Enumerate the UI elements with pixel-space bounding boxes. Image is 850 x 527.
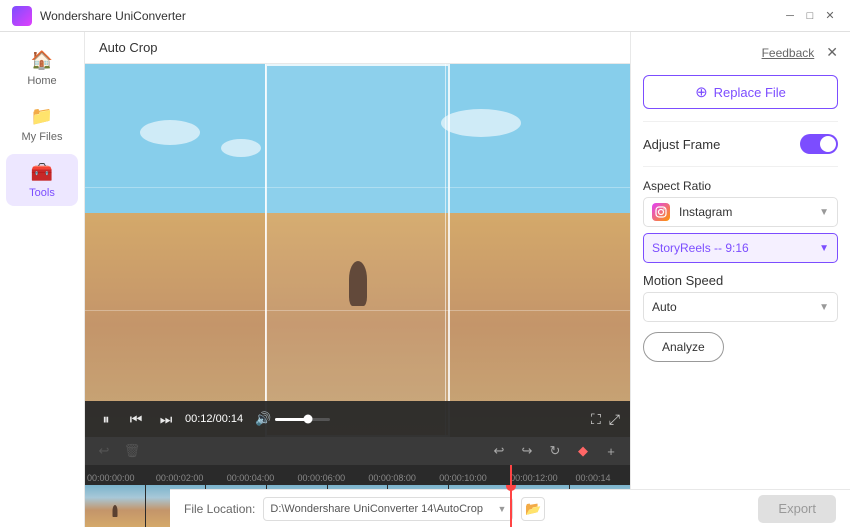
- instagram-icon: [652, 203, 670, 221]
- divider-2: [643, 166, 838, 167]
- fullscreen-button[interactable]: ⛶: [591, 411, 601, 428]
- motion-speed-value: Auto: [652, 300, 677, 314]
- export-button[interactable]: Export: [758, 495, 836, 523]
- volume-thumb: [304, 415, 313, 424]
- volume-icon[interactable]: 🔊: [255, 411, 271, 427]
- file-path-text: D:\Wondershare UniConverter 14\AutoCrop: [270, 503, 483, 515]
- close-panel-button[interactable]: ✕: [826, 44, 838, 61]
- ruler-playhead: [510, 465, 512, 485]
- subratio-chevron: ▼: [819, 243, 829, 254]
- volume-slider[interactable]: [275, 418, 330, 421]
- crop-highlight-box: [265, 64, 450, 437]
- tools-icon: 🧰: [31, 162, 53, 183]
- analyze-label: Analyze: [662, 340, 705, 354]
- time-display: 00:12/00:14: [185, 413, 243, 425]
- track-playhead: [510, 485, 512, 527]
- tl-redo-button[interactable]: ↪: [516, 440, 538, 462]
- timeline-toolbar: ↩ 🗑 ↩ ↪ ↻ ◆ +: [85, 437, 630, 465]
- thumb-item-1: [85, 485, 145, 527]
- undo-button[interactable]: ↩: [93, 440, 115, 462]
- home-icon: 🏠: [31, 50, 53, 71]
- analyze-row: Analyze: [643, 332, 838, 362]
- cloud-3: [441, 109, 521, 137]
- files-icon: 📁: [31, 106, 53, 127]
- play-pause-button[interactable]: ⏸: [95, 408, 117, 430]
- instagram-label: Instagram: [679, 205, 732, 219]
- file-location-label: File Location:: [184, 502, 255, 516]
- app-title: Wondershare UniConverter: [40, 9, 186, 23]
- divider-1: [643, 121, 838, 122]
- sidebar-item-myfiles[interactable]: 📁 My Files: [6, 98, 78, 150]
- analyze-button[interactable]: Analyze: [643, 332, 724, 362]
- replace-file-button[interactable]: ⊕ Replace File: [643, 75, 838, 109]
- motion-speed-label: Motion Speed: [643, 273, 838, 288]
- ruler-mark-6: 00:00:12:00: [510, 473, 558, 483]
- video-controls-bar: ⏸ ⏮ ⏭ 00:12/00:14 🔊 ⛶ ⤢: [85, 401, 630, 437]
- replace-file-label: Replace File: [714, 85, 786, 100]
- ruler-mark-1: 00:00:02:00: [156, 473, 204, 483]
- tl-undo-button[interactable]: ↩: [488, 440, 510, 462]
- aspect-ratio-section: Aspect Ratio Instagram ▼: [643, 179, 838, 263]
- adjust-frame-toggle[interactable]: [800, 134, 838, 154]
- folder-button[interactable]: 📂: [521, 497, 545, 521]
- main-content: Auto Crop ⏸: [85, 32, 850, 527]
- replace-file-icon: ⊕: [695, 83, 708, 101]
- delete-button[interactable]: 🗑: [121, 440, 143, 462]
- ruler-mark-0: 00:00:00:00: [87, 473, 135, 483]
- adjust-frame-row: Adjust Frame: [643, 134, 838, 154]
- toggle-thumb: [820, 136, 836, 152]
- feedback-link[interactable]: Feedback: [762, 46, 815, 60]
- feedback-close-row: Feedback ✕: [643, 44, 838, 61]
- tl-zoom-in-button[interactable]: +: [600, 440, 622, 462]
- sidebar: 🏠 Home 📁 My Files 🧰 Tools: [0, 32, 85, 527]
- ruler-mark-7: 00:00:14: [576, 473, 611, 483]
- maximize-button[interactable]: □: [802, 8, 818, 24]
- tl-marker-button[interactable]: ◆: [572, 440, 594, 462]
- volume-area: 🔊: [255, 411, 330, 427]
- sidebar-item-myfiles-label: My Files: [22, 131, 63, 143]
- tl-redo2-button[interactable]: ↻: [544, 440, 566, 462]
- ruler-mark-3: 00:00:06:00: [298, 473, 346, 483]
- subratio-select[interactable]: StoryReels -- 9:16 ▼: [643, 233, 838, 263]
- timeline-ruler: 00:00:00:00 00:00:02:00 00:00:04:00 00:0…: [85, 465, 630, 485]
- sidebar-item-home[interactable]: 🏠 Home: [6, 42, 78, 94]
- sidebar-item-tools[interactable]: 🧰 Tools: [6, 154, 78, 206]
- file-path-select[interactable]: D:\Wondershare UniConverter 14\AutoCrop …: [263, 497, 513, 521]
- sidebar-item-tools-label: Tools: [29, 187, 55, 199]
- adjust-frame-label: Adjust Frame: [643, 137, 720, 152]
- motion-speed-section: Motion Speed Auto ▼: [643, 273, 838, 322]
- thumb-person-1: [112, 505, 117, 517]
- ruler-mark-5: 00:00:10:00: [439, 473, 487, 483]
- title-bar-left: Wondershare UniConverter: [12, 6, 186, 26]
- cloud-1: [140, 120, 200, 145]
- app-icon: [12, 6, 32, 26]
- autocrop-panel: Auto Crop ⏸: [85, 32, 850, 527]
- file-path-chevron: ▼: [497, 504, 506, 514]
- minimize-button[interactable]: ─: [782, 8, 798, 24]
- close-button[interactable]: ✕: [822, 8, 838, 24]
- ruler-marks: 00:00:00:00 00:00:02:00 00:00:04:00 00:0…: [85, 465, 630, 485]
- select-left: Instagram: [652, 203, 732, 221]
- subratio-label: StoryReels -- 9:16: [652, 241, 749, 255]
- title-bar: Wondershare UniConverter ─ □ ✕: [0, 0, 850, 32]
- motion-speed-select[interactable]: Auto ▼: [643, 292, 838, 322]
- aspect-ratio-select[interactable]: Instagram ▼: [643, 197, 838, 227]
- window-controls: ─ □ ✕: [782, 8, 838, 24]
- next-frame-button[interactable]: ⏭: [155, 408, 177, 430]
- expand-button[interactable]: ⤢: [609, 411, 620, 428]
- prev-frame-button[interactable]: ⏮: [125, 408, 147, 430]
- panel-title: Auto Crop: [99, 40, 158, 55]
- video-area[interactable]: ⏸ ⏮ ⏭ 00:12/00:14 🔊 ⛶ ⤢: [85, 64, 630, 437]
- aspect-ratio-chevron: ▼: [819, 207, 829, 218]
- ruler-mark-4: 00:00:08:00: [368, 473, 416, 483]
- right-panel: Feedback ✕ ⊕ Replace File Adjust Frame A…: [630, 32, 850, 527]
- ruler-mark-2: 00:00:04:00: [227, 473, 275, 483]
- aspect-ratio-label: Aspect Ratio: [643, 179, 838, 193]
- sidebar-item-home-label: Home: [27, 75, 56, 87]
- cloud-2: [221, 139, 261, 157]
- motion-speed-chevron: ▼: [819, 302, 829, 313]
- export-label: Export: [778, 501, 816, 516]
- video-frame: [85, 64, 630, 437]
